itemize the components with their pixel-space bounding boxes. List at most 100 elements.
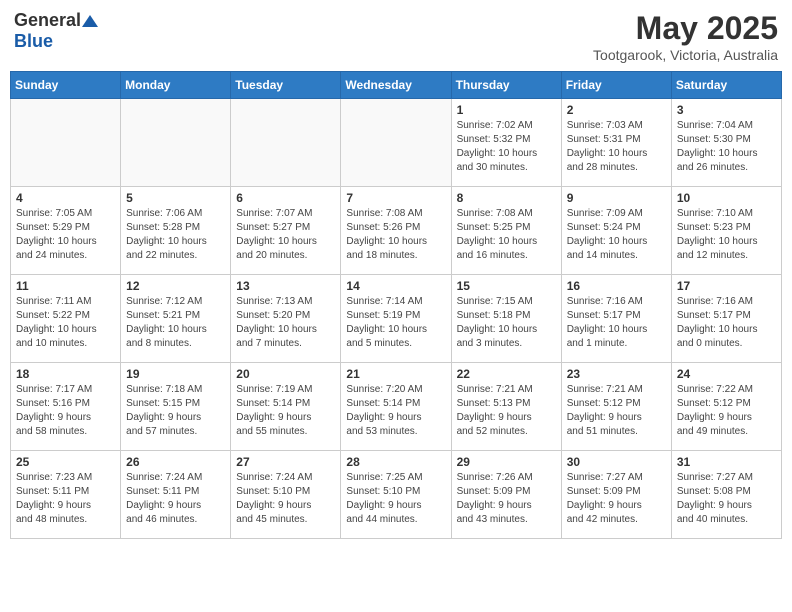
day-number: 3 bbox=[677, 103, 776, 117]
calendar-cell: 4 Sunrise: 7:05 AM Sunset: 5:29 PM Daylig… bbox=[11, 187, 121, 275]
calendar-week-row: 18 Sunrise: 7:17 AM Sunset: 5:16 PM Dayli… bbox=[11, 363, 782, 451]
calendar-cell: 14 Sunrise: 7:14 AM Sunset: 5:19 PM Dayli… bbox=[341, 275, 451, 363]
day-number: 23 bbox=[567, 367, 666, 381]
calendar-cell: 20Sunrise: 7:19 AM Sunset: 5:14 PM Dayli… bbox=[231, 363, 341, 451]
day-info: Sunrise: 7:24 AM Sunset: 5:11 PM Dayligh… bbox=[126, 471, 225, 527]
calendar-week-row: 1 Sunrise: 7:02 AM Sunset: 5:32 PM Daylig… bbox=[11, 99, 782, 187]
day-info: Sunrise: 7:18 AM Sunset: 5:15 PM Dayligh… bbox=[126, 383, 225, 439]
day-number: 8 bbox=[457, 191, 556, 205]
title-block: May 2025 Tootgarook, Victoria, Australia bbox=[593, 10, 778, 63]
calendar-week-row: 25 Sunrise: 7:23 AM Sunset: 5:11 PM Dayli… bbox=[11, 451, 782, 539]
calendar-week-row: 4 Sunrise: 7:05 AM Sunset: 5:29 PM Daylig… bbox=[11, 187, 782, 275]
calendar-cell: 3Sunrise: 7:04 AM Sunset: 5:30 PM Daylig… bbox=[671, 99, 781, 187]
day-info: Sunrise: 7:03 AM Sunset: 5:31 PM Dayligh… bbox=[567, 119, 666, 175]
day-info: Sunrise: 7:14 AM Sunset: 5:19 PM Dayligh… bbox=[346, 295, 445, 351]
day-number: 6 bbox=[236, 191, 335, 205]
day-info: Sunrise: 7:05 AM Sunset: 5:29 PM Dayligh… bbox=[16, 207, 115, 263]
day-info: Sunrise: 7:12 AM Sunset: 5:21 PM Dayligh… bbox=[126, 295, 225, 351]
calendar-cell: 21Sunrise: 7:20 AM Sunset: 5:14 PM Dayli… bbox=[341, 363, 451, 451]
day-number: 22 bbox=[457, 367, 556, 381]
day-info: Sunrise: 7:25 AM Sunset: 5:10 PM Dayligh… bbox=[346, 471, 445, 527]
day-info: Sunrise: 7:13 AM Sunset: 5:20 PM Dayligh… bbox=[236, 295, 335, 351]
day-number: 20 bbox=[236, 367, 335, 381]
day-number: 29 bbox=[457, 455, 556, 469]
day-info: Sunrise: 7:24 AM Sunset: 5:10 PM Dayligh… bbox=[236, 471, 335, 527]
day-number: 19 bbox=[126, 367, 225, 381]
day-number: 7 bbox=[346, 191, 445, 205]
page-title: May 2025 bbox=[593, 10, 778, 47]
day-info: Sunrise: 7:21 AM Sunset: 5:13 PM Dayligh… bbox=[457, 383, 556, 439]
calendar-cell: 6Sunrise: 7:07 AM Sunset: 5:27 PM Daylig… bbox=[231, 187, 341, 275]
day-info: Sunrise: 7:11 AM Sunset: 5:22 PM Dayligh… bbox=[16, 295, 115, 351]
weekday-header-monday: Monday bbox=[121, 72, 231, 99]
day-info: Sunrise: 7:16 AM Sunset: 5:17 PM Dayligh… bbox=[677, 295, 776, 351]
calendar-cell: 25 Sunrise: 7:23 AM Sunset: 5:11 PM Dayli… bbox=[11, 451, 121, 539]
calendar-cell: 30 Sunrise: 7:27 AM Sunset: 5:09 PM Dayli… bbox=[561, 451, 671, 539]
day-number: 25 bbox=[16, 455, 115, 469]
calendar-cell: 8 Sunrise: 7:08 AM Sunset: 5:25 PM Daylig… bbox=[451, 187, 561, 275]
calendar-cell: 27 Sunrise: 7:24 AM Sunset: 5:10 PM Dayli… bbox=[231, 451, 341, 539]
calendar-cell: 31 Sunrise: 7:27 AM Sunset: 5:08 PM Dayli… bbox=[671, 451, 781, 539]
day-number: 10 bbox=[677, 191, 776, 205]
day-number: 30 bbox=[567, 455, 666, 469]
calendar-cell: 19 Sunrise: 7:18 AM Sunset: 5:15 PM Dayli… bbox=[121, 363, 231, 451]
day-info: Sunrise: 7:22 AM Sunset: 5:12 PM Dayligh… bbox=[677, 383, 776, 439]
day-number: 18 bbox=[16, 367, 115, 381]
logo-blue: Blue bbox=[14, 31, 53, 51]
calendar-cell bbox=[341, 99, 451, 187]
day-info: Sunrise: 7:27 AM Sunset: 5:08 PM Dayligh… bbox=[677, 471, 776, 527]
day-number: 2 bbox=[567, 103, 666, 117]
calendar-cell: 22 Sunrise: 7:21 AM Sunset: 5:13 PM Dayli… bbox=[451, 363, 561, 451]
day-number: 4 bbox=[16, 191, 115, 205]
day-number: 14 bbox=[346, 279, 445, 293]
calendar-cell: 10 Sunrise: 7:10 AM Sunset: 5:23 PM Dayli… bbox=[671, 187, 781, 275]
calendar-cell: 13 Sunrise: 7:13 AM Sunset: 5:20 PM Dayli… bbox=[231, 275, 341, 363]
calendar-cell: 7 Sunrise: 7:08 AM Sunset: 5:26 PM Daylig… bbox=[341, 187, 451, 275]
calendar-cell: 26 Sunrise: 7:24 AM Sunset: 5:11 PM Dayli… bbox=[121, 451, 231, 539]
calendar-cell bbox=[231, 99, 341, 187]
day-number: 5 bbox=[126, 191, 225, 205]
day-number: 17 bbox=[677, 279, 776, 293]
page-location: Tootgarook, Victoria, Australia bbox=[593, 47, 778, 63]
weekday-header-sunday: Sunday bbox=[11, 72, 121, 99]
calendar-cell: 9Sunrise: 7:09 AM Sunset: 5:24 PM Daylig… bbox=[561, 187, 671, 275]
day-number: 13 bbox=[236, 279, 335, 293]
day-info: Sunrise: 7:08 AM Sunset: 5:25 PM Dayligh… bbox=[457, 207, 556, 263]
calendar-cell bbox=[121, 99, 231, 187]
weekday-header-tuesday: Tuesday bbox=[231, 72, 341, 99]
logo: General Blue bbox=[14, 10, 99, 52]
weekday-header-wednesday: Wednesday bbox=[341, 72, 451, 99]
day-info: Sunrise: 7:27 AM Sunset: 5:09 PM Dayligh… bbox=[567, 471, 666, 527]
day-number: 28 bbox=[346, 455, 445, 469]
day-number: 26 bbox=[126, 455, 225, 469]
calendar-cell bbox=[11, 99, 121, 187]
weekday-header-thursday: Thursday bbox=[451, 72, 561, 99]
day-info: Sunrise: 7:09 AM Sunset: 5:24 PM Dayligh… bbox=[567, 207, 666, 263]
day-number: 1 bbox=[457, 103, 556, 117]
day-info: Sunrise: 7:26 AM Sunset: 5:09 PM Dayligh… bbox=[457, 471, 556, 527]
calendar-cell: 5 Sunrise: 7:06 AM Sunset: 5:28 PM Daylig… bbox=[121, 187, 231, 275]
calendar-cell: 11 Sunrise: 7:11 AM Sunset: 5:22 PM Dayli… bbox=[11, 275, 121, 363]
calendar-cell: 29 Sunrise: 7:26 AM Sunset: 5:09 PM Dayli… bbox=[451, 451, 561, 539]
day-info: Sunrise: 7:02 AM Sunset: 5:32 PM Dayligh… bbox=[457, 119, 556, 175]
day-number: 24 bbox=[677, 367, 776, 381]
day-number: 12 bbox=[126, 279, 225, 293]
calendar-cell: 18 Sunrise: 7:17 AM Sunset: 5:16 PM Dayli… bbox=[11, 363, 121, 451]
day-number: 27 bbox=[236, 455, 335, 469]
day-info: Sunrise: 7:23 AM Sunset: 5:11 PM Dayligh… bbox=[16, 471, 115, 527]
day-info: Sunrise: 7:17 AM Sunset: 5:16 PM Dayligh… bbox=[16, 383, 115, 439]
day-info: Sunrise: 7:16 AM Sunset: 5:17 PM Dayligh… bbox=[567, 295, 666, 351]
calendar-week-row: 11 Sunrise: 7:11 AM Sunset: 5:22 PM Dayli… bbox=[11, 275, 782, 363]
weekday-header-friday: Friday bbox=[561, 72, 671, 99]
day-info: Sunrise: 7:21 AM Sunset: 5:12 PM Dayligh… bbox=[567, 383, 666, 439]
day-number: 15 bbox=[457, 279, 556, 293]
day-number: 16 bbox=[567, 279, 666, 293]
day-number: 11 bbox=[16, 279, 115, 293]
calendar-cell: 1 Sunrise: 7:02 AM Sunset: 5:32 PM Daylig… bbox=[451, 99, 561, 187]
calendar-cell: 16 Sunrise: 7:16 AM Sunset: 5:17 PM Dayli… bbox=[561, 275, 671, 363]
day-info: Sunrise: 7:06 AM Sunset: 5:28 PM Dayligh… bbox=[126, 207, 225, 263]
calendar-cell: 28 Sunrise: 7:25 AM Sunset: 5:10 PM Dayli… bbox=[341, 451, 451, 539]
day-number: 31 bbox=[677, 455, 776, 469]
day-info: Sunrise: 7:10 AM Sunset: 5:23 PM Dayligh… bbox=[677, 207, 776, 263]
day-info: Sunrise: 7:08 AM Sunset: 5:26 PM Dayligh… bbox=[346, 207, 445, 263]
